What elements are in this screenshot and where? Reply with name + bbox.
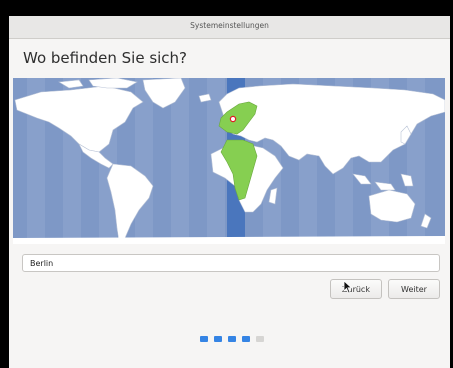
next-button[interactable]: Weiter xyxy=(388,279,440,299)
back-button[interactable]: Zurück xyxy=(330,279,382,299)
progress-step-5 xyxy=(256,336,264,342)
progress-step-2 xyxy=(214,336,222,342)
progress-step-1 xyxy=(200,336,208,342)
timezone-map[interactable] xyxy=(13,78,445,244)
location-search-input[interactable] xyxy=(22,254,440,272)
progress-step-3 xyxy=(228,336,236,342)
window-title: Systemeinstellungen xyxy=(190,21,269,30)
progress-step-4 xyxy=(242,336,250,342)
location-pin-icon xyxy=(229,115,237,123)
progress-indicator xyxy=(200,336,264,342)
page-title: Wo befinden Sie sich? xyxy=(23,49,188,67)
world-map-graphic xyxy=(13,78,445,244)
title-bar: Systemeinstellungen xyxy=(9,16,450,39)
mouse-pointer-icon xyxy=(343,280,353,294)
installer-window: Systemeinstellungen Wo befinden Sie sich… xyxy=(9,16,450,368)
